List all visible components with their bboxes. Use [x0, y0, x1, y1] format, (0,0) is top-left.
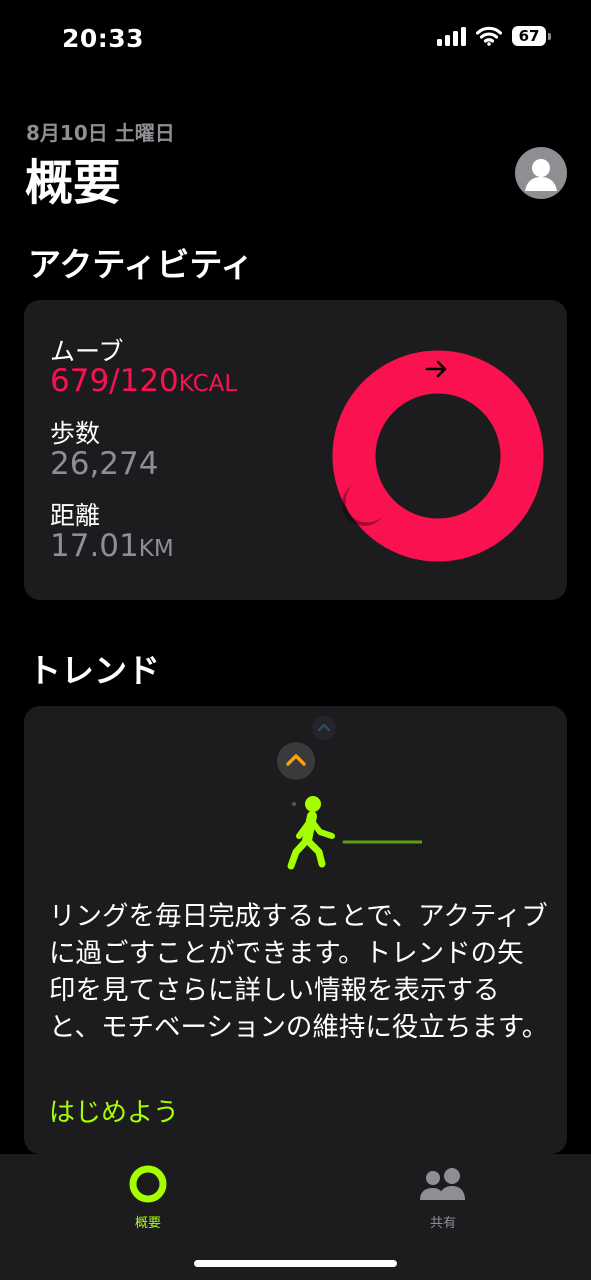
get-started-link[interactable]: はじめよう: [49, 1092, 179, 1129]
steps-value: 26,274: [50, 446, 159, 482]
status-time: 20:33: [62, 24, 145, 53]
move-ring: [332, 350, 544, 562]
walking-figure-icon: [287, 796, 422, 870]
people-icon: [420, 1168, 465, 1200]
move-ring-cap: [345, 479, 389, 523]
profile-avatar-button[interactable]: [515, 147, 567, 199]
distance-label: 距離: [50, 501, 101, 530]
activity-ring-icon: [129, 1165, 167, 1203]
steps-label: 歩数: [50, 419, 101, 448]
trend-up-arrow-icon: [277, 742, 315, 780]
distance-value: 17.01KM: [50, 528, 174, 564]
battery-level: 67: [512, 26, 546, 46]
trends-description: リングを毎日完成することで、アクティブに過ごすことができます。トレンドの矢印を見…: [49, 901, 549, 1043]
cellular-signal-icon: [437, 26, 466, 46]
wifi-icon: [476, 26, 502, 46]
move-value: 679/120KCAL: [50, 363, 238, 399]
tab-sharing[interactable]: 共有: [383, 1162, 503, 1231]
home-indicator: [194, 1260, 397, 1267]
activity-card[interactable]: ムーブ 679/120KCAL 歩数 26,274 距離 17.01KM: [24, 300, 567, 600]
battery-icon: 67: [512, 26, 551, 46]
date-label: 8月10日 土曜日: [26, 121, 175, 145]
status-icons: 67: [437, 26, 551, 46]
trends-section-title: トレンド: [28, 651, 160, 690]
tab-sharing-label: 共有: [429, 1216, 456, 1231]
trends-card[interactable]: リングを毎日完成することで、アクティブに過ごすことができます。トレンドの矢印を見…: [24, 706, 567, 1154]
tab-summary-label: 概要: [134, 1216, 161, 1231]
trend-arrow-faded-icon: [312, 716, 336, 740]
tab-summary[interactable]: 概要: [88, 1162, 208, 1231]
activity-section-title: アクティビティ: [28, 245, 254, 284]
person-icon: [525, 159, 557, 191]
page-title: 概要: [25, 155, 122, 211]
